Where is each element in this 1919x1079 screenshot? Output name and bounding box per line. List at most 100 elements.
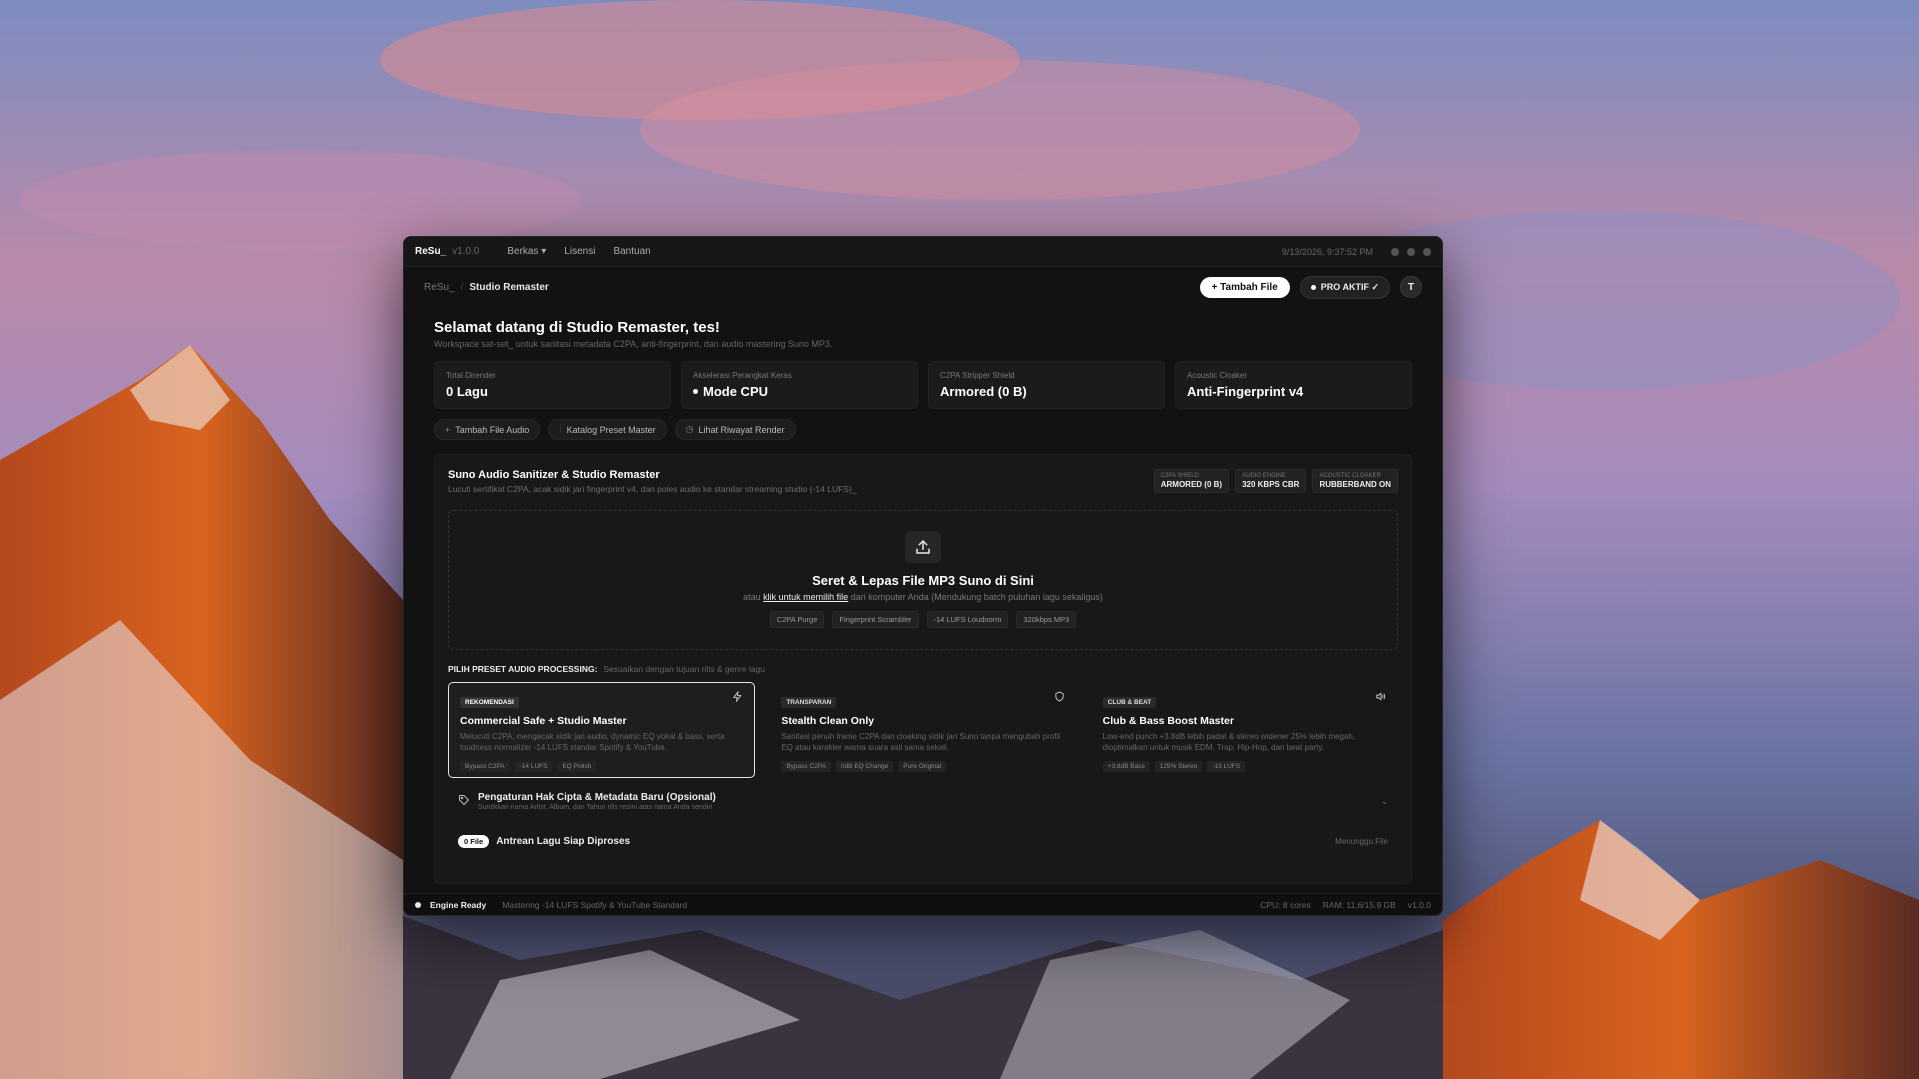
badge-label: C2PA SHIELD: [1160, 473, 1199, 479]
plus-icon: +: [445, 424, 451, 435]
pro-status-button[interactable]: PRO AKTIF ✓: [1299, 275, 1390, 299]
preset-tag: 125% Stereo: [1154, 760, 1203, 772]
stat-label: C2PA Stripper Shield: [940, 371, 1015, 380]
breadcrumb-root[interactable]: ReSu_: [424, 282, 455, 293]
mastering-mode: Mastering -14 LUFS Spotify & YouTube Sta…: [502, 899, 688, 910]
preset-badge: CLUB & BEAT: [1102, 697, 1157, 708]
choose-file-link[interactable]: klik untuk memilih file: [763, 592, 848, 602]
engine-status-dot-icon: [415, 901, 421, 908]
action-label: Tambah File Audio: [455, 424, 530, 435]
menu-berkas[interactable]: Berkas ▾: [507, 246, 546, 257]
main-content: Selamat datang di Studio Remaster, tes! …: [404, 319, 1442, 884]
metadata-accordion[interactable]: Pengaturan Hak Cipta & Metadata Baru (Op…: [448, 792, 1398, 811]
status-dot-icon: [1310, 284, 1316, 290]
badge-label: ACOUSTIC CLOAKER: [1319, 473, 1381, 479]
window-controls: [1391, 247, 1431, 256]
stat-value: Mode CPU: [693, 384, 906, 399]
title-bar: ReSu_ v1.0.0 Berkas ▾ Lisensi Bantuan 9/…: [404, 237, 1442, 267]
action-label: Lihat Riwayat Render: [698, 424, 785, 435]
preset-heading: PILIH PRESET AUDIO PROCESSING: Sesuaikan …: [448, 664, 1398, 674]
queue-status: Menunggu File: [1335, 837, 1388, 846]
tag-icon: [458, 794, 470, 809]
status-badge: C2PA SHIELD ARMORED (0 B): [1153, 469, 1230, 493]
clock-icon: ◷: [685, 424, 694, 434]
pro-label: PRO AKTIF ✓: [1320, 281, 1379, 292]
app-window: ReSu_ v1.0.0 Berkas ▾ Lisensi Bantuan 9/…: [403, 236, 1443, 916]
sliders-icon: ⫶: [559, 424, 562, 434]
cpu-dot-icon: [693, 389, 698, 394]
feature-tag: 320kbps MP3: [1016, 611, 1077, 628]
menu-bantuan[interactable]: Bantuan: [613, 246, 650, 257]
preset-description: Melucuti C2PA, mengacak sidik jari audio…: [460, 732, 725, 752]
status-badge: AUDIO ENGINE 320 KBPS CBR: [1235, 469, 1307, 493]
badge-value: ARMORED (0 B): [1160, 480, 1223, 489]
queue-count-badge: 0 File: [458, 835, 490, 848]
feature-tag: -14 LUFS Loudnorm: [926, 611, 1009, 628]
metadata-subtitle: Suntikkan nama Artist, Album, dan Tahun …: [478, 804, 713, 811]
stat-value: Anti-Fingerprint v4: [1187, 384, 1304, 399]
badge-label: AUDIO ENGINE: [1242, 473, 1286, 479]
preset-title: Commercial Safe + Studio Master: [460, 715, 627, 727]
datetime: 9/13/2026, 9:37:52 PM: [1281, 246, 1373, 257]
preset-tag: EQ Polish: [557, 760, 597, 772]
preset-heading-label: PILIH PRESET AUDIO PROCESSING:: [448, 664, 598, 674]
preset-card-commercial[interactable]: REKOMENDASI Commercial Safe + Studio Mas…: [448, 682, 756, 778]
preset-badge: TRANSPARAN: [781, 697, 837, 708]
breadcrumb-separator: /: [460, 281, 464, 293]
status-version: v1.0.0: [1407, 899, 1431, 910]
maximize-button[interactable]: [1407, 247, 1415, 256]
preset-card-stealth[interactable]: TRANSPARAN Stealth Clean Only Sanitasi p…: [769, 682, 1076, 778]
stat-value-text: Mode CPU: [703, 384, 768, 399]
speaker-icon: [1375, 691, 1386, 705]
stat-card: Total Dirender 0 Lagu: [434, 361, 671, 409]
preset-card-club[interactable]: CLUB & BEAT Club & Bass Boost Master Low…: [1091, 682, 1398, 778]
ram-info: RAM: 11.6/15.9 GB: [1322, 899, 1396, 910]
dropzone-suffix: dari komputer Anda (Mendukung batch pulu…: [850, 592, 1103, 602]
stat-card: Acoustic Cloaker Anti-Fingerprint v4: [1175, 361, 1412, 409]
preset-description: Sanitasi penuh frame C2PA dan cloaking s…: [781, 732, 1061, 752]
preset-badge: REKOMENDASI: [460, 697, 519, 708]
breadcrumb-current: Studio Remaster: [469, 281, 549, 293]
feature-tag: Fingerprint Scrambler: [832, 611, 919, 628]
dropzone-title: Seret & Lepas File MP3 Suno di Sini: [812, 573, 1034, 588]
panel-subtitle: Lucuti sertifikat C2PA, acak sidik jari …: [448, 484, 857, 494]
preset-tag: Pure Original: [898, 760, 947, 772]
minimize-button[interactable]: [1391, 247, 1399, 256]
avatar[interactable]: T: [1400, 276, 1422, 298]
preset-catalog-button[interactable]: ⫶ Katalog Preset Master: [548, 419, 667, 440]
stat-label: Total Dirender: [446, 371, 496, 380]
render-history-button[interactable]: ◷ Lihat Riwayat Render: [674, 419, 796, 440]
stat-card: Akselerasi Perangkat Keras Mode CPU: [681, 361, 918, 409]
stat-card: C2PA Stripper Shield Armored (0 B): [928, 361, 1165, 409]
close-button[interactable]: [1423, 247, 1431, 256]
panel-title: Suno Audio Sanitizer & Studio Remaster: [448, 469, 660, 481]
preset-tags: Bypass C2PA 0dB EQ Change Pure Original: [781, 760, 1064, 772]
preset-title: Stealth Clean Only: [781, 715, 875, 727]
preset-list: REKOMENDASI Commercial Safe + Studio Mas…: [448, 682, 1398, 778]
app-version: v1.0.0: [452, 246, 480, 257]
preset-tag: -13 LUFS: [1207, 760, 1246, 772]
menu-lisensi[interactable]: Lisensi: [564, 246, 595, 257]
badge-value: RUBBERBAND ON: [1319, 480, 1391, 489]
feature-tag: C2PA Purge: [769, 611, 825, 628]
chevron-down-icon[interactable]: ⌄: [1381, 797, 1388, 806]
file-dropzone[interactable]: Seret & Lepas File MP3 Suno di Sini atau…: [448, 510, 1398, 650]
dropzone-subtitle: atau klik untuk memilih file dari komput…: [449, 592, 1397, 602]
add-audio-file-button[interactable]: + Tambah File Audio: [434, 419, 541, 440]
shield-icon: [1054, 691, 1065, 705]
quick-actions: + Tambah File Audio ⫶ Katalog Preset Maste…: [434, 419, 1412, 440]
top-bar: ReSu_ / Studio Remaster + Tambah File PR…: [404, 267, 1442, 307]
preset-description: Low-end punch +3.8dB lebih padat & stere…: [1102, 732, 1356, 752]
sanitizer-panel: Suno Audio Sanitizer & Studio Remaster L…: [434, 454, 1412, 884]
add-file-button[interactable]: + Tambah File: [1199, 276, 1290, 298]
page-title: Selamat datang di Studio Remaster, tes!: [434, 319, 720, 336]
engine-status: Engine Ready: [430, 899, 487, 910]
status-badge: ACOUSTIC CLOAKER RUBBERBAND ON: [1312, 469, 1398, 493]
bolt-icon: [732, 690, 743, 705]
status-bar: Engine Ready Mastering -14 LUFS Spotify …: [404, 893, 1442, 915]
metadata-title: Pengaturan Hak Cipta & Metadata Baru (Op…: [478, 792, 716, 803]
queue-header: 0 File Antrean Lagu Siap Diproses Menung…: [448, 835, 1398, 848]
stats-row: Total Dirender 0 Lagu Akselerasi Perangk…: [434, 361, 1412, 409]
upload-icon: [905, 531, 941, 563]
preset-title: Club & Bass Boost Master: [1102, 715, 1234, 727]
